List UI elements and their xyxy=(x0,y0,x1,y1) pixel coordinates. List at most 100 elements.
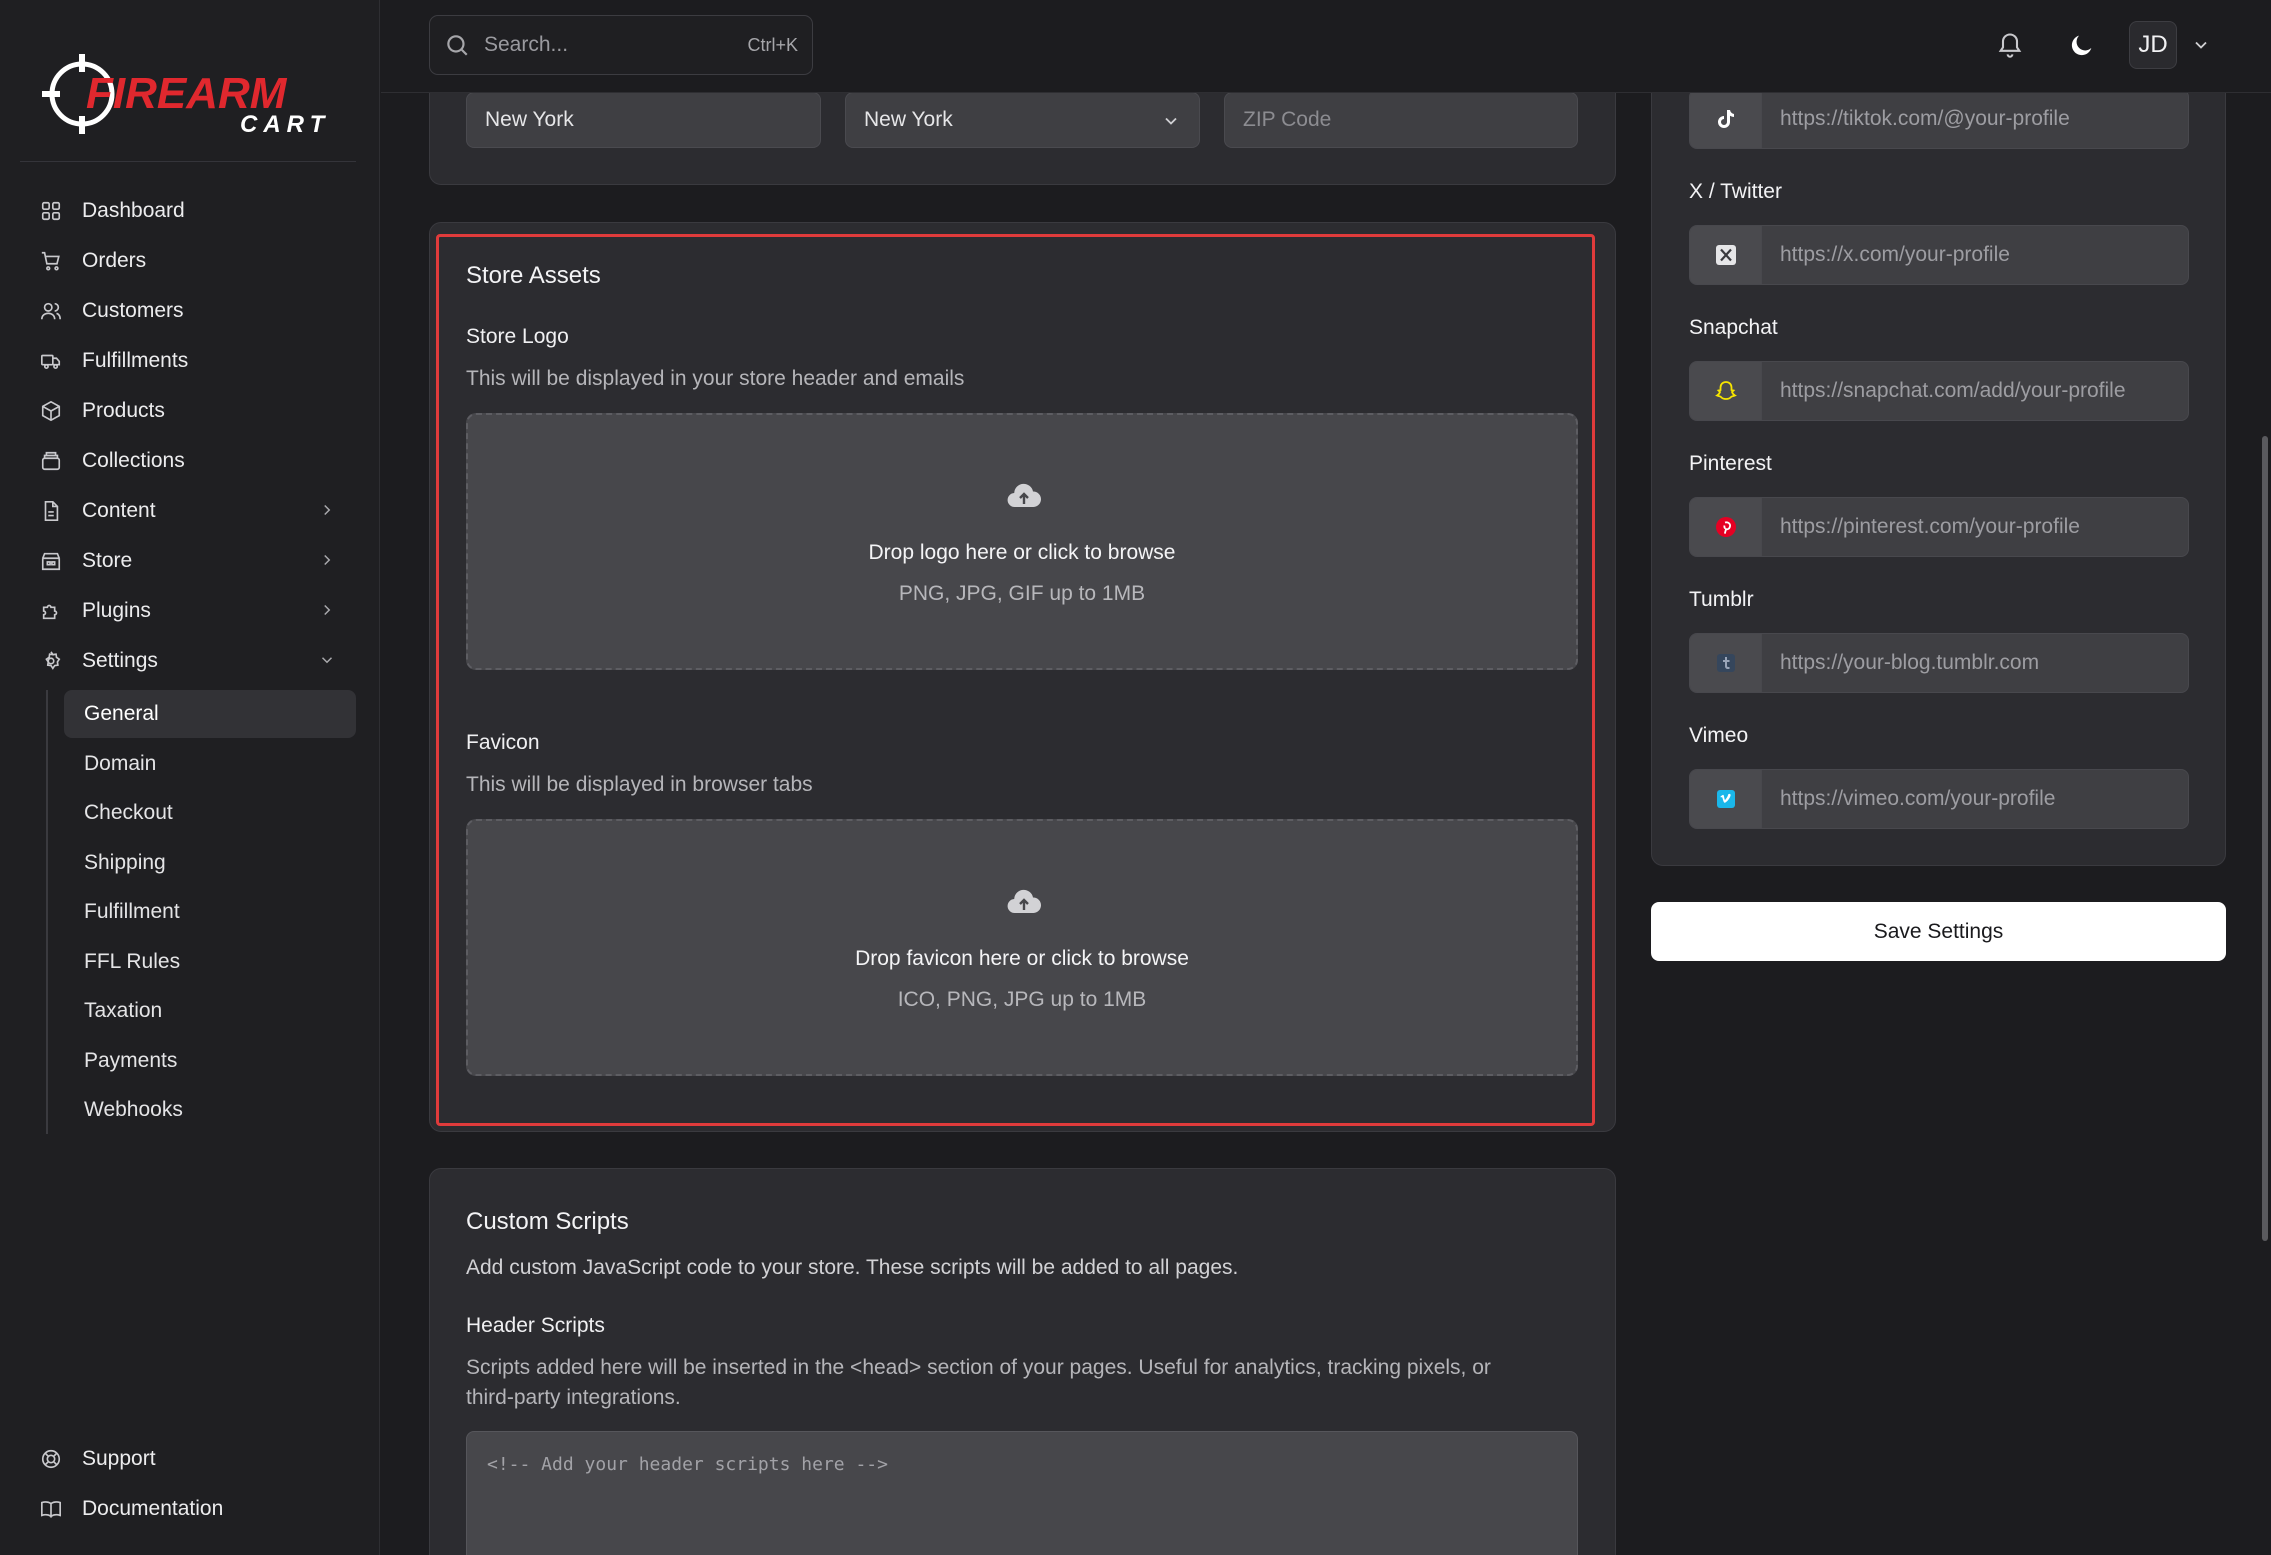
tiktok-icon xyxy=(1690,90,1762,148)
search-input[interactable]: Search... Ctrl+K xyxy=(429,15,813,75)
users-icon xyxy=(40,300,62,322)
search-placeholder: Search... xyxy=(484,33,569,56)
sidebar-item-dashboard[interactable]: Dashboard xyxy=(20,186,356,236)
favicon-description: This will be displayed in browser tabs xyxy=(466,773,813,796)
svg-text:CART: CART xyxy=(240,111,330,138)
twitter-input[interactable]: https://x.com/your-profile xyxy=(1689,225,2189,285)
favicon-drop-hint: ICO, PNG, JPG up to 1MB xyxy=(897,988,1147,1011)
theme-toggle-button[interactable] xyxy=(2057,20,2107,70)
subnav-item-checkout[interactable]: Checkout xyxy=(64,789,356,837)
twitter-placeholder: https://x.com/your-profile xyxy=(1780,243,2010,266)
sidebar-item-label: Fulfillments xyxy=(82,349,189,372)
sidebar-item-products[interactable]: Products xyxy=(20,386,356,436)
zip-placeholder: ZIP Code xyxy=(1243,108,1332,131)
tumblr-input[interactable]: https://your-blog.tumblr.com xyxy=(1689,633,2189,693)
pinterest-label: Pinterest xyxy=(1689,452,1772,475)
favicon-drop-text: Drop favicon here or click to browse xyxy=(855,947,1189,970)
sidebar-item-label: Settings xyxy=(82,649,158,672)
lifebuoy-icon xyxy=(40,1448,62,1470)
chevron-down-icon[interactable] xyxy=(2191,35,2211,55)
sidebar-item-collections[interactable]: Collections xyxy=(20,436,356,486)
logo-dropzone[interactable]: Drop logo here or click to browse PNG, J… xyxy=(466,413,1578,670)
store-logo-description: This will be displayed in your store hea… xyxy=(466,367,965,390)
chevron-right-icon xyxy=(318,501,336,519)
settings-subnav: General Domain Checkout Shipping Fulfill… xyxy=(46,690,356,1134)
subnav-item-fulfillment[interactable]: Fulfillment xyxy=(64,888,356,936)
pinterest-input[interactable]: https://pinterest.com/your-profile xyxy=(1689,497,2189,557)
save-settings-button[interactable]: Save Settings xyxy=(1651,902,2226,961)
user-avatar[interactable]: JD xyxy=(2129,21,2177,69)
sidebar-item-label: Support xyxy=(82,1447,156,1470)
pinterest-placeholder: https://pinterest.com/your-profile xyxy=(1780,515,2080,538)
tumblr-label: Tumblr xyxy=(1689,588,1754,611)
twitter-label: X / Twitter xyxy=(1689,180,1782,203)
sidebar-item-label: Documentation xyxy=(82,1497,224,1520)
file-icon xyxy=(40,500,62,522)
subnav-item-webhooks[interactable]: Webhooks xyxy=(64,1086,356,1134)
subnav-item-domain[interactable]: Domain xyxy=(64,740,356,788)
sidebar: FIREARM CART Dashboard Orders Customers … xyxy=(0,0,380,1555)
subnav-item-payments[interactable]: Payments xyxy=(64,1037,356,1085)
sidebar-item-label: Products xyxy=(82,399,165,422)
chevron-down-icon xyxy=(1161,111,1181,131)
sidebar-item-label: Dashboard xyxy=(82,199,185,222)
sidebar-item-fulfillments[interactable]: Fulfillments xyxy=(20,336,356,386)
sidebar-item-settings[interactable]: Settings xyxy=(20,636,356,686)
snapchat-label: Snapchat xyxy=(1689,316,1778,339)
store-icon xyxy=(40,550,62,572)
moon-icon xyxy=(2071,35,2092,56)
header-scripts-description-line2: third-party integrations. xyxy=(466,1386,681,1409)
tiktok-input[interactable]: https://tiktok.com/@your-profile xyxy=(1689,89,2189,149)
city-value: New York xyxy=(485,108,574,131)
brand-logo[interactable]: FIREARM CART xyxy=(20,20,356,162)
tiktok-placeholder: https://tiktok.com/@your-profile xyxy=(1780,107,2070,130)
favicon-dropzone[interactable]: Drop favicon here or click to browse ICO… xyxy=(466,819,1578,1076)
store-assets-title: Store Assets xyxy=(466,262,601,289)
header-scripts-textarea[interactable]: <!-- Add your header scripts here --> xyxy=(466,1431,1578,1555)
logo-drop-text: Drop logo here or click to browse xyxy=(868,541,1176,564)
favicon-label: Favicon xyxy=(466,731,540,754)
upload-cloud-icon xyxy=(1007,889,1042,914)
sidebar-item-plugins[interactable]: Plugins xyxy=(20,586,356,636)
sidebar-item-store[interactable]: Store xyxy=(20,536,356,586)
zip-input[interactable]: ZIP Code xyxy=(1224,92,1578,148)
state-select[interactable]: New York xyxy=(845,92,1200,148)
snapchat-input[interactable]: https://snapchat.com/add/your-profile xyxy=(1689,361,2189,421)
x-icon xyxy=(1690,226,1762,284)
store-logo-label: Store Logo xyxy=(466,325,569,348)
chevron-right-icon xyxy=(318,551,336,569)
sidebar-item-support[interactable]: Support xyxy=(20,1434,356,1484)
notifications-button[interactable] xyxy=(1985,20,2035,70)
tumblr-placeholder: https://your-blog.tumblr.com xyxy=(1780,651,2040,674)
sidebar-item-customers[interactable]: Customers xyxy=(20,286,356,336)
subnav-item-taxation[interactable]: Taxation xyxy=(64,987,356,1035)
sidebar-item-label: Plugins xyxy=(82,599,151,622)
custom-scripts-title: Custom Scripts xyxy=(466,1208,629,1235)
search-icon xyxy=(447,35,468,56)
vimeo-label: Vimeo xyxy=(1689,724,1749,747)
chevron-down-icon xyxy=(318,651,336,669)
subnav-item-shipping[interactable]: Shipping xyxy=(64,839,356,887)
scrollbar[interactable] xyxy=(2262,436,2268,1241)
city-input[interactable]: New York xyxy=(466,92,821,148)
sidebar-item-content[interactable]: Content xyxy=(20,486,356,536)
tumblr-icon xyxy=(1690,634,1762,692)
collection-icon xyxy=(40,450,62,472)
subnav-item-general[interactable]: General xyxy=(64,690,356,738)
vimeo-icon xyxy=(1690,770,1762,828)
sidebar-item-orders[interactable]: Orders xyxy=(20,236,356,286)
sidebar-item-label: Customers xyxy=(82,299,184,322)
snapchat-icon xyxy=(1690,362,1762,420)
subnav-item-ffl-rules[interactable]: FFL Rules xyxy=(64,938,356,986)
vimeo-input[interactable]: https://vimeo.com/your-profile xyxy=(1689,769,2189,829)
sidebar-item-documentation[interactable]: Documentation xyxy=(20,1484,356,1534)
puzzle-icon xyxy=(40,600,62,622)
upload-cloud-icon xyxy=(1007,483,1042,508)
vimeo-placeholder: https://vimeo.com/your-profile xyxy=(1780,787,2056,810)
search-shortcut: Ctrl+K xyxy=(747,34,798,55)
custom-scripts-description: Add custom JavaScript code to your store… xyxy=(466,1256,1239,1279)
header-scripts-description-line1: Scripts added here will be inserted in t… xyxy=(466,1356,1491,1379)
top-bar: Search... Ctrl+K JD xyxy=(381,0,2271,93)
box-icon xyxy=(40,400,62,422)
chevron-right-icon xyxy=(318,601,336,619)
